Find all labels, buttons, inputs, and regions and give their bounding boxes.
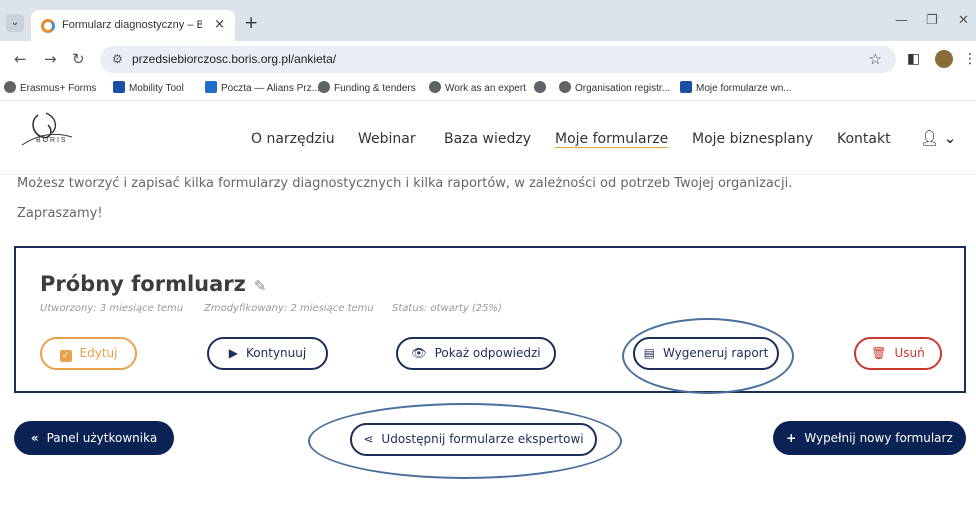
- show-answers-button[interactable]: 👁︎ Pokaż odpowiedzi: [396, 337, 556, 370]
- bookmark-item[interactable]: Work as an expert: [429, 81, 526, 94]
- bookmark-item[interactable]: [534, 81, 550, 94]
- globe-icon: [559, 81, 571, 93]
- restore-icon[interactable]: ❐: [926, 13, 938, 28]
- url-text[interactable]: przedsiebiorczosc.boris.org.pl/ankieta/: [132, 52, 336, 66]
- address-bar-row: ← → ↻ ⚙ przedsiebiorczosc.boris.org.pl/a…: [0, 41, 976, 77]
- form-card: Próbny formluarz ✎ Utworzony: 3 miesiące …: [14, 246, 966, 393]
- check-square-icon: ✓: [59, 350, 72, 362]
- intro-text: Możesz tworzyć i zapisać kilka formularz…: [17, 176, 793, 191]
- edit-title-icon[interactable]: ✎: [254, 277, 267, 295]
- edit-button[interactable]: ✓ Edytuj: [40, 337, 137, 370]
- browser-menu-icon[interactable]: ⋮: [963, 51, 976, 67]
- site-header: B O R I S O narzędziu Webinar Baza wiedz…: [0, 102, 976, 175]
- nav-webinar[interactable]: Webinar: [358, 131, 416, 147]
- bookmark-item[interactable]: Poczta — Alians Prz...: [205, 81, 320, 94]
- continue-button[interactable]: ▶ Kontynuuj: [207, 337, 328, 370]
- tab-close-icon[interactable]: ×: [214, 17, 225, 32]
- form-title: Próbny formluarz ✎: [40, 272, 266, 296]
- bookmark-item[interactable]: Funding & tenders: [318, 81, 416, 94]
- logo-lettering: B O R I S: [36, 137, 66, 144]
- back-icon[interactable]: ←: [14, 50, 27, 68]
- eu-flag-icon: [680, 81, 692, 93]
- globe-icon: [534, 81, 546, 93]
- bookmark-item[interactable]: Organisation registr...: [559, 81, 670, 94]
- nav-kontakt[interactable]: Kontakt: [837, 131, 891, 147]
- play-icon: ▶: [228, 346, 239, 360]
- nav-baza-wiedzy[interactable]: Baza wiedzy: [444, 131, 531, 147]
- user-menu-icon[interactable]: 👤︎ ⌄: [920, 129, 956, 147]
- nav-moje-biznesplany[interactable]: Moje biznesplany: [692, 131, 813, 147]
- bookmark-star-icon[interactable]: ☆: [869, 50, 882, 68]
- bookmark-item[interactable]: Mobility Tool: [113, 81, 184, 94]
- site-favicon-icon: [41, 19, 55, 33]
- site-info-icon[interactable]: ⚙: [112, 52, 123, 66]
- forward-icon[interactable]: →: [44, 50, 57, 68]
- side-panel-icon[interactable]: ◧: [907, 51, 920, 67]
- new-form-button[interactable]: + Wypełnij nowy formularz: [773, 421, 966, 455]
- reload-icon[interactable]: ↻: [72, 50, 85, 68]
- tab-title: Formularz diagnostyczny – BOR: [62, 19, 202, 31]
- nav-o-narzedziu[interactable]: O narzędziu: [251, 131, 335, 147]
- outlook-icon: [205, 81, 217, 93]
- double-chevron-left-icon: «: [30, 431, 39, 445]
- share-icon: ⋖: [363, 432, 374, 446]
- browser-tab[interactable]: Formularz diagnostyczny – BOR ×: [31, 10, 235, 41]
- eu-flag-icon: [113, 81, 125, 93]
- status-text: Status: otwarty (25%): [392, 303, 502, 314]
- globe-icon: [4, 81, 16, 93]
- trash-icon: 🗑︎: [871, 346, 887, 360]
- plus-icon: +: [786, 431, 797, 445]
- new-tab-button[interactable]: +: [244, 13, 258, 33]
- bookmark-item[interactable]: Erasmus+ Forms: [4, 81, 96, 94]
- minimize-icon[interactable]: —: [895, 13, 908, 28]
- bookmark-item[interactable]: Moje formularze wn...: [680, 81, 792, 94]
- generate-report-button[interactable]: ▤ Wygeneruj raport: [633, 337, 779, 370]
- nav-moje-formularze[interactable]: Moje formularze: [555, 131, 668, 147]
- modified-date: Zmodyfikowany: 2 miesiące temu: [204, 303, 374, 314]
- share-with-expert-button[interactable]: ⋖ Udostępnij formularze ekspertowi: [350, 423, 597, 456]
- browser-tab-bar: ⌄ Formularz diagnostyczny – BOR × + — ❐ …: [0, 0, 976, 41]
- user-panel-button[interactable]: «Panel użytkownika: [14, 421, 174, 455]
- tab-search-icon[interactable]: ⌄: [6, 14, 24, 32]
- delete-button[interactable]: 🗑︎ Usuń: [854, 337, 942, 370]
- created-date: Utworzony: 3 miesiące temu: [40, 303, 184, 314]
- boris-logo[interactable]: B O R I S: [16, 107, 78, 159]
- url-bar[interactable]: ⚙ przedsiebiorczosc.boris.org.pl/ankieta…: [100, 46, 896, 73]
- globe-icon: [429, 81, 441, 93]
- eye-icon: 👁︎: [411, 346, 427, 360]
- profile-avatar[interactable]: [935, 50, 953, 68]
- bookmarks-bar: Erasmus+ Forms Mobility Tool Poczta — Al…: [0, 77, 976, 101]
- form-title-text: Próbny formluarz: [40, 272, 246, 296]
- document-icon: ▤: [643, 346, 655, 360]
- globe-icon: [318, 81, 330, 93]
- welcome-text: Zapraszamy!: [17, 206, 103, 221]
- close-window-icon[interactable]: ✕: [958, 13, 969, 28]
